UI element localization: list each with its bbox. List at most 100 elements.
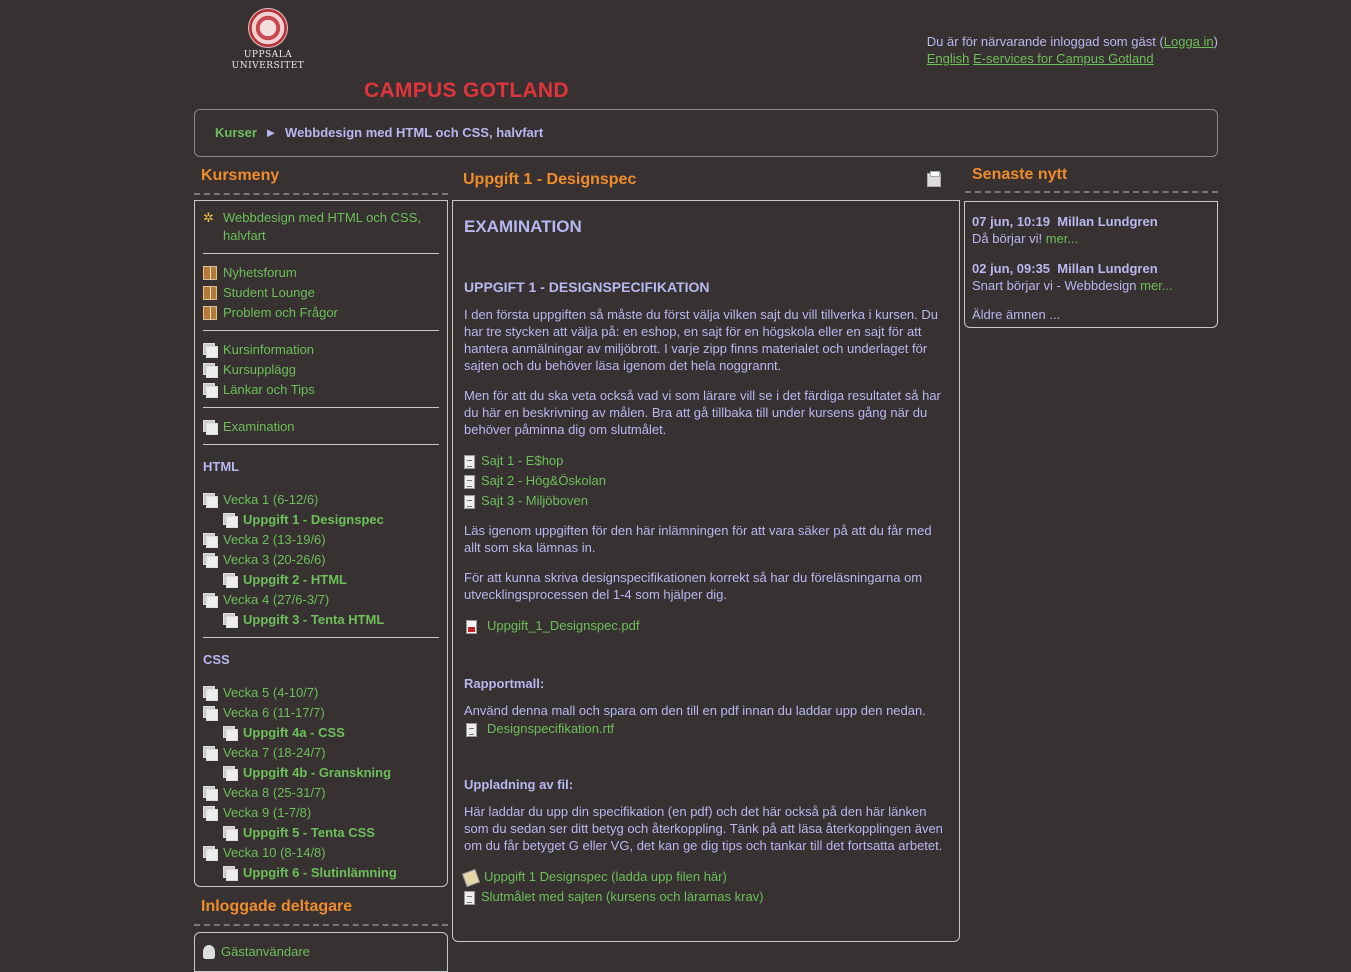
goal-link[interactable]: Slutmålet med sajten (kursens och lärarn… xyxy=(481,887,764,907)
week-menu-item[interactable]: Vecka 9 (1-7/8) xyxy=(203,804,439,822)
course-home-item[interactable]: ✲ Webbdesign med HTML och CSS, halvfart xyxy=(203,209,439,245)
week-menu-item[interactable]: Vecka 2 (13-19/6) xyxy=(203,531,439,549)
assignment-menu-item[interactable]: Uppgift 6 - Slutinlämning xyxy=(203,864,439,882)
assignment-menu-item[interactable]: Uppgift 3 - Tenta HTML xyxy=(203,611,439,629)
online-users-box: Gästanvändare xyxy=(194,932,448,972)
menu-student-lounge[interactable]: Student Lounge xyxy=(223,284,315,302)
breadcrumb: Kurser ► Webbdesign med HTML och CSS, ha… xyxy=(194,109,1218,157)
folder-icon xyxy=(223,613,238,628)
assignment-link[interactable]: Uppgift 4b - Granskning xyxy=(243,764,391,782)
assignment-link[interactable]: Uppgift 5 - Tenta CSS xyxy=(243,824,375,842)
assignment-menu-item[interactable]: Uppgift 1 - Designspec xyxy=(203,511,439,529)
folder-icon xyxy=(203,533,218,548)
forum-icon xyxy=(203,306,217,320)
forum-icon xyxy=(203,286,217,300)
folder-icon xyxy=(223,866,238,881)
news-date: 02 jun, 09:35 xyxy=(972,261,1051,276)
breadcrumb-course[interactable]: Webbdesign med HTML och CSS, halvfart xyxy=(285,125,543,140)
university-seal-icon xyxy=(248,8,288,48)
breadcrumb-separator: ► xyxy=(264,125,278,140)
divider xyxy=(203,253,439,254)
eservices-link[interactable]: E-services for Campus Gotland xyxy=(973,51,1154,66)
site3-link[interactable]: Sajt 3 - Miljöboven xyxy=(481,491,588,511)
assignment-menu-item[interactable]: Uppgift 5 - Tenta CSS xyxy=(203,824,439,842)
assignment-link[interactable]: Uppgift 2 - HTML xyxy=(243,571,347,589)
menu-kursinformation[interactable]: Kursinformation xyxy=(223,341,314,359)
week-link[interactable]: Vecka 1 (6-12/6) xyxy=(223,491,318,509)
folder-icon xyxy=(223,726,238,741)
older-topics-link[interactable]: Äldre ämnen ... xyxy=(972,307,1060,322)
language-link[interactable]: English xyxy=(927,51,970,66)
course-star-icon: ✲ xyxy=(203,210,214,225)
assignment-link[interactable]: Uppgift 3 - Tenta HTML xyxy=(243,611,384,629)
document-icon xyxy=(464,891,475,905)
folder-icon xyxy=(223,826,238,841)
assignment-link[interactable]: Uppgift 6 - Slutinlämning xyxy=(243,864,397,882)
assignment-menu-item[interactable]: Uppgift 4b - Granskning xyxy=(203,764,439,782)
week-link[interactable]: Vecka 8 (25-31/7) xyxy=(223,784,326,802)
site2-link[interactable]: Sajt 2 - Hög&Öskolan xyxy=(481,471,606,491)
week-link[interactable]: Vecka 4 (27/6-3/7) xyxy=(223,591,329,609)
html-week-list: Vecka 1 (6-12/6) Uppgift 1 - Designspec Ve… xyxy=(203,491,439,629)
print-icon[interactable] xyxy=(927,171,941,187)
news-author: Millan Lundgren xyxy=(1057,214,1158,229)
news-date: 07 jun, 10:19 xyxy=(972,214,1051,229)
week-link[interactable]: Vecka 10 (8-14/8) xyxy=(223,844,326,862)
week-link[interactable]: Vecka 2 (13-19/6) xyxy=(223,531,326,549)
upload-icon xyxy=(462,869,480,887)
online-user-link[interactable]: Gästanvändare xyxy=(221,943,310,961)
menu-kursupplagg[interactable]: Kursupplägg xyxy=(223,361,296,379)
news-more-link[interactable]: mer... xyxy=(1140,278,1173,293)
divider xyxy=(194,924,448,926)
news-author: Millan Lundgren xyxy=(1057,261,1158,276)
week-link[interactable]: Vecka 7 (18-24/7) xyxy=(223,744,326,762)
rtf-template-link[interactable]: Designspecifikation.rtf xyxy=(487,719,614,739)
week-menu-item[interactable]: Vecka 5 (4-10/7) xyxy=(203,684,439,702)
logo-line1: UPPSALA xyxy=(243,50,293,60)
week-menu-item[interactable]: Vecka 10 (8-14/8) xyxy=(203,844,439,862)
week-link[interactable]: Vecka 3 (20-26/6) xyxy=(223,551,326,569)
site1-link[interactable]: Sajt 1 - E$hop xyxy=(481,451,563,471)
menu-lankar-tips[interactable]: Länkar och Tips xyxy=(223,381,315,399)
main-content: EXAMINATION UPPGIFT 1 - DESIGNSPECIFIKAT… xyxy=(452,200,960,942)
week-menu-item[interactable]: Vecka 4 (27/6-3/7) xyxy=(203,591,439,609)
news-more-link[interactable]: mer... xyxy=(1046,231,1079,246)
menu-examination[interactable]: Examination xyxy=(223,418,295,436)
section-css-label: CSS xyxy=(203,652,230,667)
online-users-title: Inloggade deltagare xyxy=(201,898,353,915)
assignment-menu-item[interactable]: Uppgift 2 - HTML xyxy=(203,571,439,589)
menu-problem-fragor[interactable]: Problem och Frågor xyxy=(223,304,338,322)
course-menu-block: Kursmeny ✲ Webbdesign med HTML och CSS, … xyxy=(194,165,448,887)
assignment-link[interactable]: Uppgift 1 - Designspec xyxy=(243,511,384,529)
login-link[interactable]: Logga in xyxy=(1164,34,1214,49)
assignment-pdf-link[interactable]: Uppgift_1_Designspec.pdf xyxy=(487,616,640,636)
folder-icon xyxy=(203,363,218,378)
week-menu-item[interactable]: Vecka 6 (11-17/7) xyxy=(203,704,439,722)
site-title: CAMPUS GOTLAND xyxy=(364,79,569,102)
folder-icon xyxy=(203,383,218,398)
assignment-menu-item[interactable]: Uppgift 4a - CSS xyxy=(203,724,439,742)
week-menu-item[interactable]: Vecka 1 (6-12/6) xyxy=(203,491,439,509)
week-link[interactable]: Vecka 5 (4-10/7) xyxy=(223,684,318,702)
menu-nyhetsforum[interactable]: Nyhetsforum xyxy=(223,264,297,282)
week-menu-item[interactable]: Vecka 7 (18-24/7) xyxy=(203,744,439,762)
week-menu-item[interactable]: Vecka 3 (20-26/6) xyxy=(203,551,439,569)
university-logo: UPPSALA UNIVERSITET xyxy=(228,8,308,72)
week-link[interactable]: Vecka 6 (11-17/7) xyxy=(223,704,325,722)
page-title: Uppgift 1 - Designspec xyxy=(463,171,637,188)
course-home-link[interactable]: Webbdesign med HTML och CSS, halvfart xyxy=(223,209,439,245)
breadcrumb-kurser[interactable]: Kurser xyxy=(215,125,257,140)
folder-icon xyxy=(203,746,218,761)
upload-assignment-link[interactable]: Uppgift 1 Designspec (ladda upp filen hä… xyxy=(484,867,727,887)
assignment-link[interactable]: Uppgift 4a - CSS xyxy=(243,724,345,742)
news-item: 02 jun, 09:35 Millan Lundgren Snart börj… xyxy=(972,260,1210,294)
exam-heading: EXAMINATION xyxy=(464,217,582,236)
assignment-heading: UPPGIFT 1 - DESIGNSPECIFIKATION xyxy=(464,279,710,295)
week-menu-item[interactable]: Vecka 8 (25-31/7) xyxy=(203,784,439,802)
week-link[interactable]: Vecka 9 (1-7/8) xyxy=(223,804,311,822)
folder-icon xyxy=(223,513,238,528)
read-paragraph: Läs igenom uppgiften för den här inlämni… xyxy=(464,523,932,555)
divider xyxy=(203,407,439,408)
news-text: Snart börjar vi - Webbdesign xyxy=(972,278,1137,293)
intro-paragraph: I den första uppgiften så måste du först… xyxy=(464,307,938,373)
